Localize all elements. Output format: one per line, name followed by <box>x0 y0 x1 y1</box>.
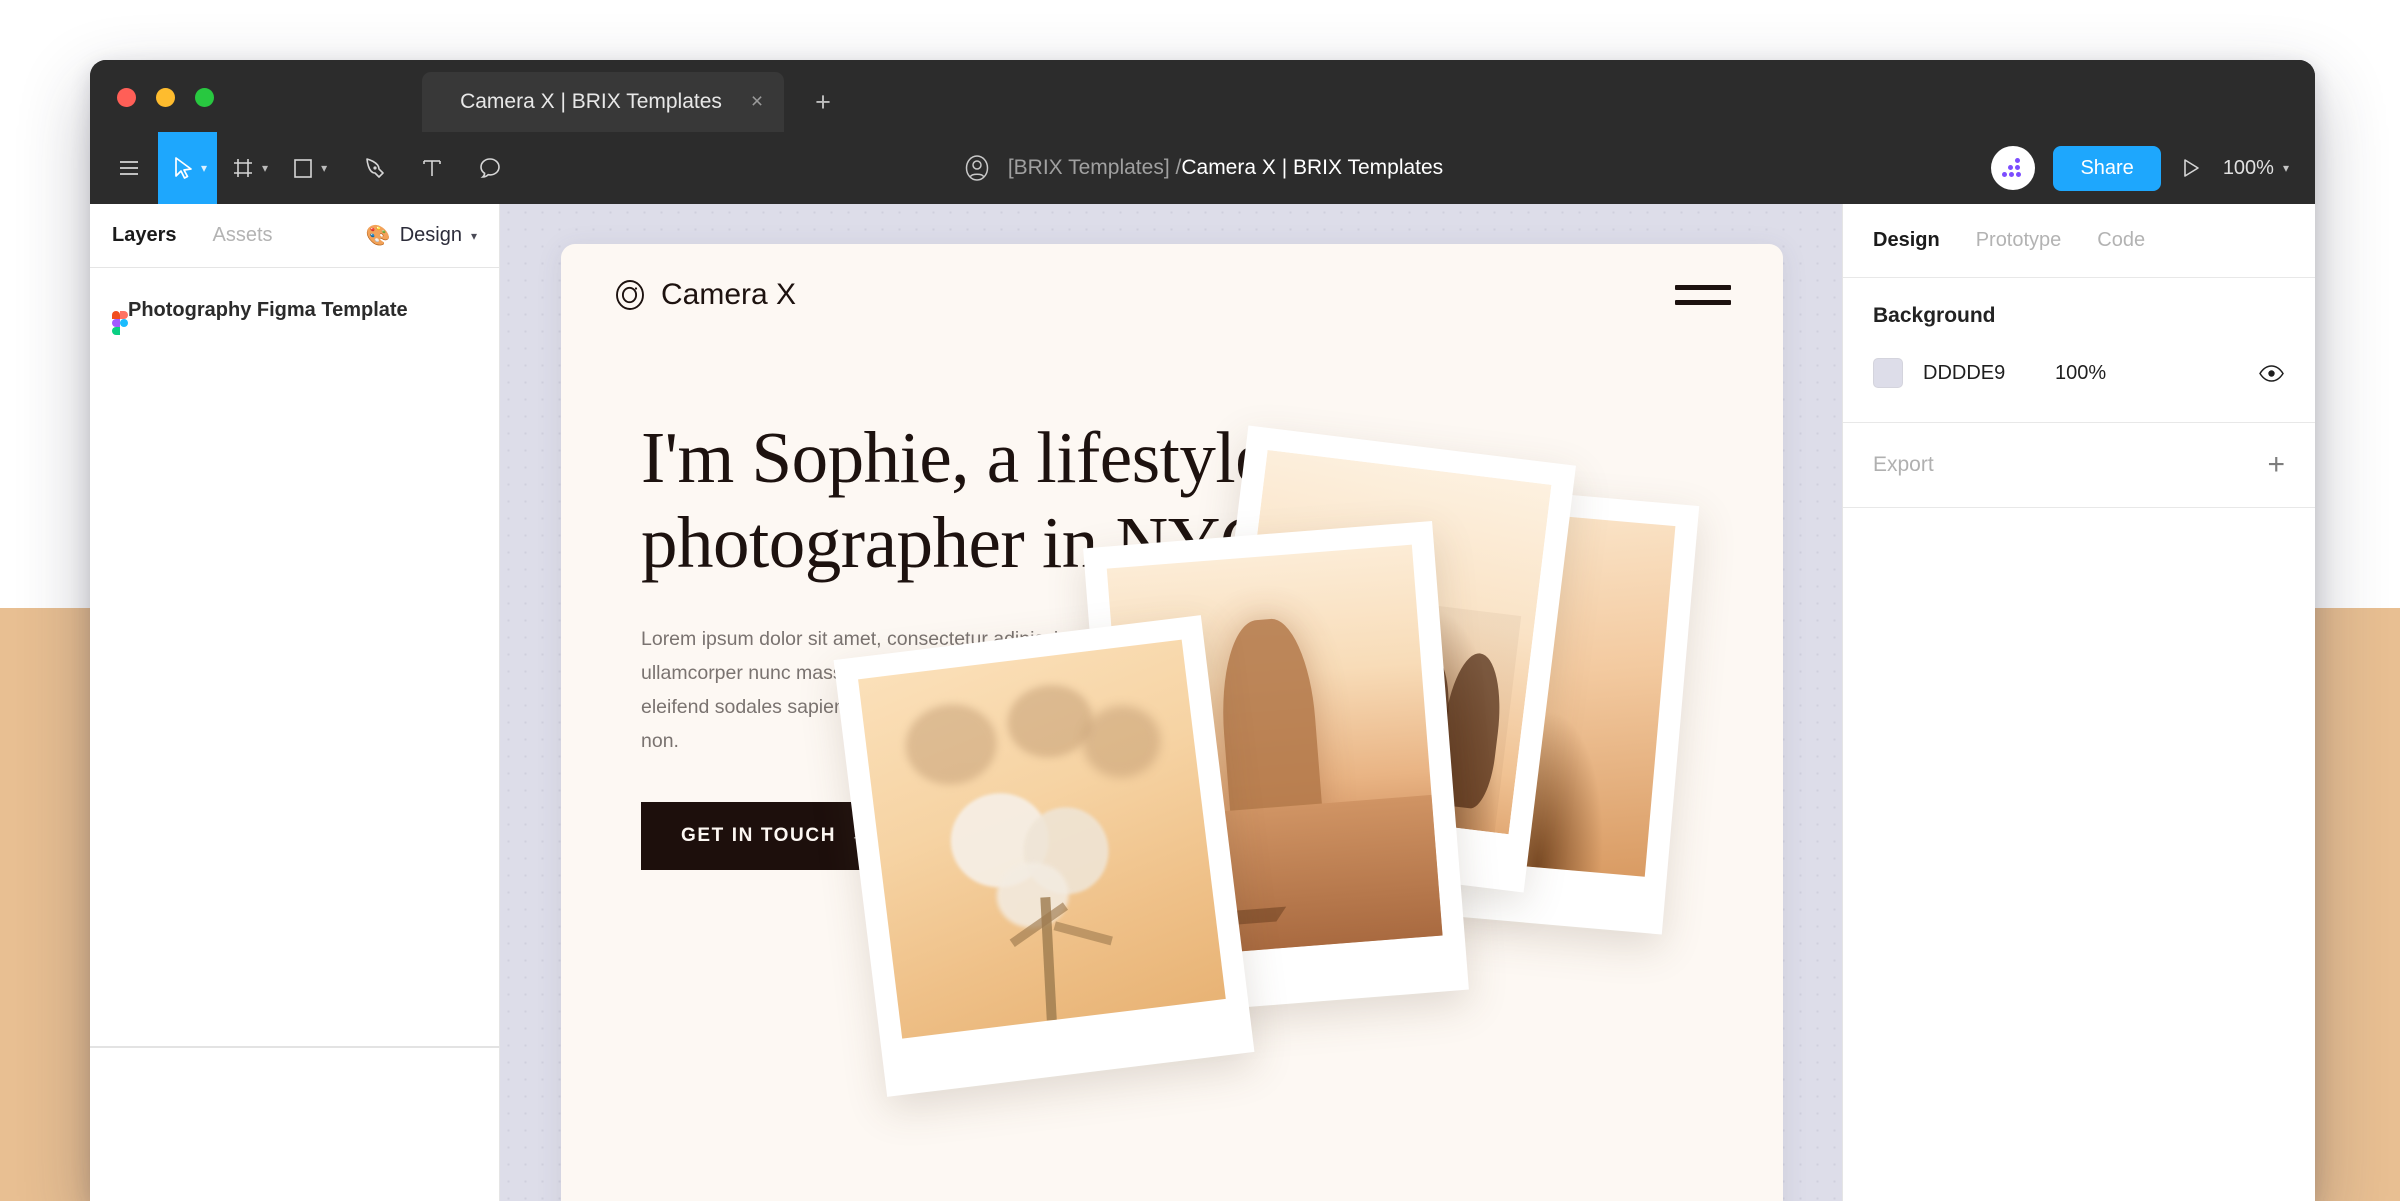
play-icon[interactable] <box>2179 156 2203 180</box>
hamburger-menu-icon[interactable] <box>100 132 158 204</box>
cta-label: GET IN TOUCH <box>681 825 836 847</box>
tab-prototype[interactable]: Prototype <box>1976 229 2062 252</box>
background-section: Background DDDDE9 100% <box>1843 278 2315 423</box>
export-section: Export + <box>1843 423 2315 508</box>
breadcrumb[interactable]: [BRIX Templates] /Camera X | BRIX Templa… <box>962 153 1443 183</box>
hamburger-menu-icon[interactable] <box>1675 285 1731 305</box>
chevron-down-icon[interactable]: ▾ <box>262 161 268 175</box>
avatar[interactable] <box>1991 146 2035 190</box>
pen-icon[interactable] <box>345 132 403 204</box>
background-fill-row: DDDDE9 100% <box>1873 358 2285 388</box>
left-panel: Layers Assets 🎨 Design ▾ Photography Fig… <box>90 204 500 1201</box>
figma-app-window: Camera X | BRIX Templates × + ▾ ▾ <box>90 60 2315 1201</box>
eye-icon[interactable] <box>2258 360 2285 387</box>
comment-icon[interactable] <box>461 132 519 204</box>
website-frame[interactable]: Camera X I'm Sophie, a lifestyle photogr… <box>561 244 1783 1201</box>
panel-divider <box>90 1046 500 1048</box>
heading-line-1: I'm Sophie, a lifestyle <box>641 417 1267 498</box>
breadcrumb-team[interactable]: [BRIX Templates] / <box>1008 156 1182 179</box>
new-tab-icon[interactable]: + <box>808 88 838 118</box>
toolbar-right-group: Share 100% ▾ <box>1991 132 2289 204</box>
right-panel-tabs: Design Prototype Code <box>1843 204 2315 278</box>
breadcrumb-file[interactable]: Camera X | BRIX Templates <box>1181 156 1443 179</box>
photo-flowers[interactable] <box>834 615 1255 1097</box>
avatar-dots-icon <box>2002 158 2024 178</box>
photo-image <box>858 640 1226 1039</box>
tab-layers[interactable]: Layers <box>112 224 177 247</box>
text-icon[interactable] <box>403 132 461 204</box>
site-logo[interactable]: Camera X <box>613 278 796 312</box>
design-switcher-label: Design <box>400 224 462 247</box>
background-section-title: Background <box>1873 304 2285 328</box>
zoom-level-label: 100% <box>2223 157 2274 180</box>
chevron-down-icon[interactable]: ▾ <box>201 161 207 175</box>
layer-list: Photography Figma Template <box>90 268 499 331</box>
left-panel-tabs: Layers Assets 🎨 Design ▾ <box>90 204 499 268</box>
zoom-control[interactable]: 100% ▾ <box>2223 157 2289 180</box>
palette-icon: 🎨 <box>366 223 391 248</box>
user-avatar-icon <box>962 153 992 183</box>
tab-assets[interactable]: Assets <box>213 224 273 247</box>
camera-lens-icon <box>613 278 647 312</box>
right-panel: Design Prototype Code Background DDDDE9 … <box>1842 204 2315 1201</box>
frame-icon[interactable]: ▾ <box>217 132 278 204</box>
figma-toolbar: ▾ ▾ ▾ <box>90 132 2315 204</box>
window-title-bar: Camera X | BRIX Templates × + <box>90 60 2315 132</box>
export-section-title: Export <box>1873 453 1934 477</box>
browser-tab-title: Camera X | BRIX Templates <box>422 90 738 114</box>
close-window-button[interactable] <box>117 88 136 107</box>
design-canvas[interactable]: Camera X I'm Sophie, a lifestyle photogr… <box>500 204 1932 1201</box>
cursor-icon[interactable]: ▾ <box>158 132 217 204</box>
close-icon[interactable]: × <box>738 83 776 121</box>
share-button[interactable]: Share <box>2053 146 2160 191</box>
background-opacity-value[interactable]: 100% <box>2055 362 2106 385</box>
chevron-down-icon[interactable]: ▾ <box>2283 161 2289 175</box>
minimize-window-button[interactable] <box>156 88 175 107</box>
site-navbar: Camera X <box>561 244 1783 346</box>
background-hex-value[interactable]: DDDDE9 <box>1923 362 2055 385</box>
browser-tab[interactable]: Camera X | BRIX Templates × <box>422 72 784 132</box>
rectangle-icon[interactable]: ▾ <box>278 132 337 204</box>
color-swatch[interactable] <box>1873 358 1903 388</box>
layer-item-label: Photography Figma Template <box>128 299 408 322</box>
maximize-window-button[interactable] <box>195 88 214 107</box>
chevron-down-icon[interactable]: ▾ <box>471 229 477 243</box>
list-item[interactable]: Photography Figma Template <box>90 290 499 331</box>
tab-design[interactable]: Design <box>1873 229 1940 252</box>
app-body: Layers Assets 🎨 Design ▾ Photography Fig… <box>90 204 2315 1201</box>
site-logo-name: Camera X <box>661 278 796 312</box>
plus-icon[interactable]: + <box>2267 454 2285 476</box>
traffic-lights <box>117 88 214 107</box>
design-file-switcher[interactable]: 🎨 Design ▾ <box>366 223 477 248</box>
tab-code[interactable]: Code <box>2097 229 2145 252</box>
chevron-down-icon[interactable]: ▾ <box>321 161 327 175</box>
